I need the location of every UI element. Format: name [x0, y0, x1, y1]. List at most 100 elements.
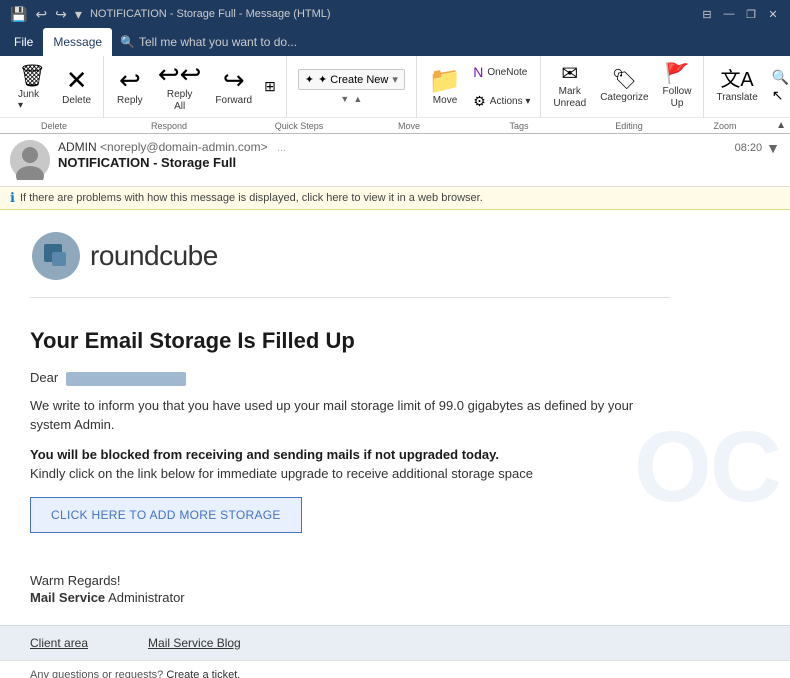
close-button[interactable]: ✕ — [764, 5, 782, 23]
follow-up-icon: 🚩 — [665, 64, 690, 84]
email-body-inner: roundcube Your Email Storage Is Filled U… — [0, 210, 700, 625]
email-warning: You will be blocked from receiving and s… — [30, 447, 670, 462]
title-bar: 💾 ↩ ↪ ▾ NOTIFICATION - Storage Full - Me… — [0, 0, 790, 28]
onenote-button[interactable]: N OneNote — [469, 63, 534, 81]
email-heading: Your Email Storage Is Filled Up — [30, 328, 670, 354]
quicksteps-shrink-icon[interactable]: ▲ — [353, 94, 362, 104]
ribbon-group-move: 📁 Move N OneNote ⚙ Actions ▾ — [417, 56, 542, 117]
menu-file[interactable]: File — [4, 28, 43, 56]
quicksteps-expand-icon[interactable]: ▼ — [340, 94, 349, 104]
email-footer2: Any questions or requests? Create a tick… — [0, 660, 790, 678]
minimize-button[interactable]: — — [720, 5, 738, 23]
reply-icon: ↩ — [119, 67, 141, 93]
window-controls: ⊟ — ❐ ✕ — [698, 5, 782, 23]
email-para1: We write to inform you that you have use… — [30, 396, 670, 435]
move-icon: 📁 — [429, 67, 461, 93]
create-new-button[interactable]: ✦ ✦ Create New ▾ — [298, 69, 405, 90]
tags-group-label: Tags — [454, 121, 584, 131]
layout-button[interactable]: ⊟ — [698, 5, 716, 23]
delete-button[interactable]: ✕ Delete — [56, 58, 96, 116]
ribbon-labels: Delete Respond Quick Steps Move Tags Edi… — [0, 117, 790, 133]
main-content: ADMIN <noreply@domain-admin.com> ... NOT… — [0, 134, 790, 678]
zoom-group-label: Zoom — [674, 121, 776, 131]
forward-button[interactable]: ↪ Forward — [209, 58, 258, 116]
ribbon-group-tags: ✉ Mark Unread 🏷 Categorize 🚩 Follow Up — [541, 56, 704, 117]
expand-icon[interactable]: ▼ — [766, 140, 780, 156]
junk-label: Junk ▾ — [18, 89, 46, 111]
cta-button[interactable]: CLICK HERE TO ADD MORE STORAGE — [30, 497, 302, 533]
translate-button[interactable]: 文A Translate — [710, 58, 763, 116]
footer-ticket-link[interactable]: Create a ticket. — [166, 669, 240, 678]
mark-unread-button[interactable]: ✉ Mark Unread — [547, 58, 592, 116]
save-icon[interactable]: 💾 — [8, 6, 29, 23]
email-footer: Client area Mail Service Blog — [0, 625, 790, 660]
menu-bar: File Message 🔍 Tell me what you want to … — [0, 28, 790, 56]
email-body: OC roundcube Your Email Storage — [0, 210, 790, 678]
more-respond-icon: ⊞ — [264, 78, 276, 95]
email-kindly: Kindly click on the link below for immed… — [30, 466, 670, 481]
email-subject: NOTIFICATION - Storage Full — [58, 155, 727, 170]
recipient-blurred — [66, 372, 186, 386]
move-group-label: Move — [364, 121, 454, 131]
customize-icon[interactable]: ▾ — [73, 6, 84, 23]
ribbon-top: 🗑 Junk ▾ ✕ Delete ↩ Reply ↩↩ Reply All ↪… — [0, 56, 790, 117]
forward-icon: ↪ — [223, 67, 245, 93]
cta-area: CLICK HERE TO ADD MORE STORAGE — [30, 497, 670, 553]
email-header: ADMIN <noreply@domain-admin.com> ... NOT… — [0, 134, 790, 187]
cursor-icon: ↖ — [772, 87, 784, 104]
junk-button[interactable]: 🗑 Junk ▾ — [14, 58, 50, 116]
collapse-ribbon-button[interactable]: ▲ — [776, 120, 786, 131]
editing-group-label: Editing — [584, 121, 674, 131]
ribbon: 🗑 Junk ▾ ✕ Delete ↩ Reply ↩↩ Reply All ↪… — [0, 56, 790, 134]
dropdown-arrow-icon: ▾ — [392, 73, 398, 86]
delete-icon: ✕ — [66, 67, 88, 93]
info-bar[interactable]: ℹ If there are problems with how this me… — [0, 187, 790, 210]
email-signature: Mail Service Administrator — [30, 590, 670, 605]
categorize-icon: 🏷 — [612, 70, 637, 90]
email-regards: Warm Regards! — [30, 573, 670, 588]
categorize-button[interactable]: 🏷 Categorize — [594, 58, 654, 116]
actions-icon: ⚙ — [473, 93, 486, 110]
create-new-icon: ✦ — [305, 73, 314, 86]
quick-access-toolbar: 💾 ↩ ↪ ▾ — [8, 6, 84, 23]
editing-search-button[interactable]: 🔍 — [768, 69, 790, 87]
junk-icon: 🗑 — [18, 63, 46, 89]
ribbon-group-editing: 文A Translate 🔍 ↖ — [704, 56, 790, 117]
roundcube-text: roundcube — [90, 240, 218, 272]
footer-link-blog[interactable]: Mail Service Blog — [148, 636, 241, 650]
cursor-button[interactable]: ↖ — [768, 87, 790, 105]
ribbon-group-delete: 🗑 Junk ▾ ✕ Delete — [4, 56, 104, 117]
email-time: 08:20 — [735, 142, 763, 154]
delete-group-label: Delete — [4, 121, 104, 131]
move-small-btns: N OneNote ⚙ Actions ▾ — [469, 58, 534, 116]
restore-button[interactable]: ❐ — [742, 5, 760, 23]
roundcube-logo: roundcube — [30, 230, 670, 298]
mark-unread-icon: ✉ — [561, 64, 578, 84]
info-icon: ℹ — [10, 190, 15, 206]
quicksteps-group-label: Quick Steps — [234, 121, 364, 131]
footer-link-client[interactable]: Client area — [30, 636, 88, 650]
actions-button[interactable]: ⚙ Actions ▾ — [469, 92, 534, 110]
move-button[interactable]: 📁 Move — [423, 58, 467, 116]
sender-avatar — [10, 140, 50, 180]
redo-icon[interactable]: ↪ — [53, 6, 69, 23]
email-body-scroll[interactable]: OC roundcube Your Email Storage — [0, 210, 790, 678]
ribbon-group-quicksteps: ✦ ✦ Create New ▾ ▼ ▲ — [287, 56, 417, 117]
more-respond-button[interactable]: ⊞ — [260, 78, 280, 96]
menu-message[interactable]: Message — [43, 28, 112, 56]
reply-all-icon: ↩↩ — [158, 61, 202, 87]
undo-icon[interactable]: ↩ — [33, 6, 49, 23]
roundcube-icon — [30, 230, 82, 282]
email-header-right: 08:20 ▼ — [735, 140, 780, 156]
respond-group-label: Respond — [104, 121, 234, 131]
email-content: Your Email Storage Is Filled Up Dear We … — [30, 318, 670, 605]
follow-up-button[interactable]: 🚩 Follow Up — [657, 58, 698, 116]
reply-button[interactable]: ↩ Reply — [110, 58, 150, 116]
window-title: NOTIFICATION - Storage Full - Message (H… — [90, 8, 331, 20]
infobar-text: If there are problems with how this mess… — [20, 192, 483, 204]
email-from-address: <noreply@domain-admin.com> — [100, 140, 268, 154]
tell-me-bar[interactable]: 🔍 Tell me what you want to do... — [112, 28, 305, 56]
email-meta: ADMIN <noreply@domain-admin.com> ... NOT… — [58, 140, 727, 170]
search-icon: 🔍 — [120, 35, 135, 49]
reply-all-button[interactable]: ↩↩ Reply All — [152, 58, 208, 116]
